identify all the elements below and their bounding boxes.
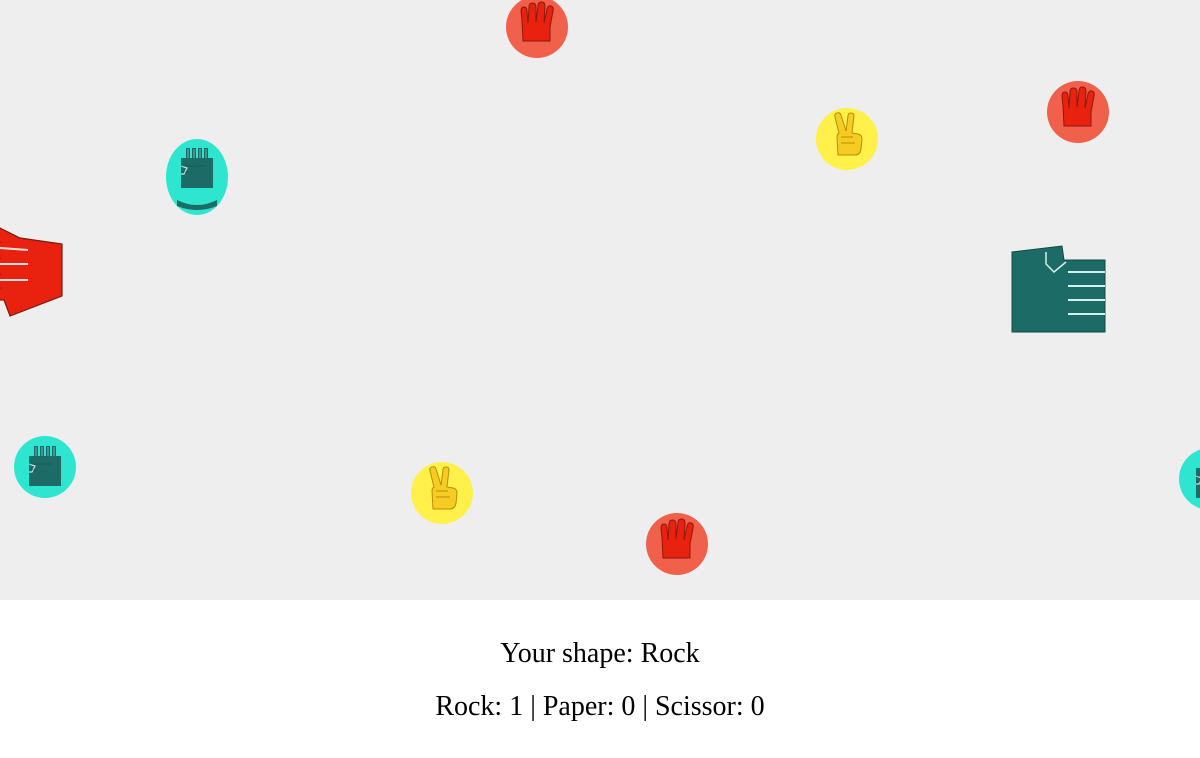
player-rock-uncircled: [1011, 245, 1106, 333]
player-paper-uncircled: [0, 227, 63, 317]
player-rock-1: [166, 139, 228, 215]
player-rock-2: [14, 436, 76, 498]
score-line: Rock: 1 | Paper: 0 | Scissor: 0: [0, 691, 1200, 723]
rock-fist-icon: [1011, 245, 1106, 333]
game-arena[interactable]: [0, 0, 1200, 600]
paper-count: 0: [621, 691, 636, 722]
shape-label: Your shape:: [500, 638, 634, 669]
player-scissor-2: [411, 462, 473, 524]
current-shape-line: Your shape: Rock: [0, 638, 1200, 670]
scissor-count: 0: [750, 691, 765, 722]
rock-label: Rock:: [435, 691, 503, 722]
score-separator: |: [642, 691, 648, 722]
score-separator: |: [530, 691, 536, 722]
scissor-label: Scissor:: [654, 691, 744, 722]
player-paper-1: [506, 0, 568, 58]
rock-count: 1: [509, 691, 524, 722]
player-scissor-1: [816, 108, 878, 170]
paper-label: Paper:: [542, 691, 615, 722]
player-paper-2: [1047, 81, 1109, 143]
shape-value: Rock: [640, 638, 700, 669]
arena-canvas[interactable]: [0, 0, 1200, 600]
paper-hand-icon: [0, 227, 63, 317]
player-paper-3: [646, 513, 708, 575]
hud: Your shape: Rock Rock: 1 | Paper: 0 | Sc…: [0, 600, 1200, 758]
player-rock-3: [1179, 449, 1200, 509]
